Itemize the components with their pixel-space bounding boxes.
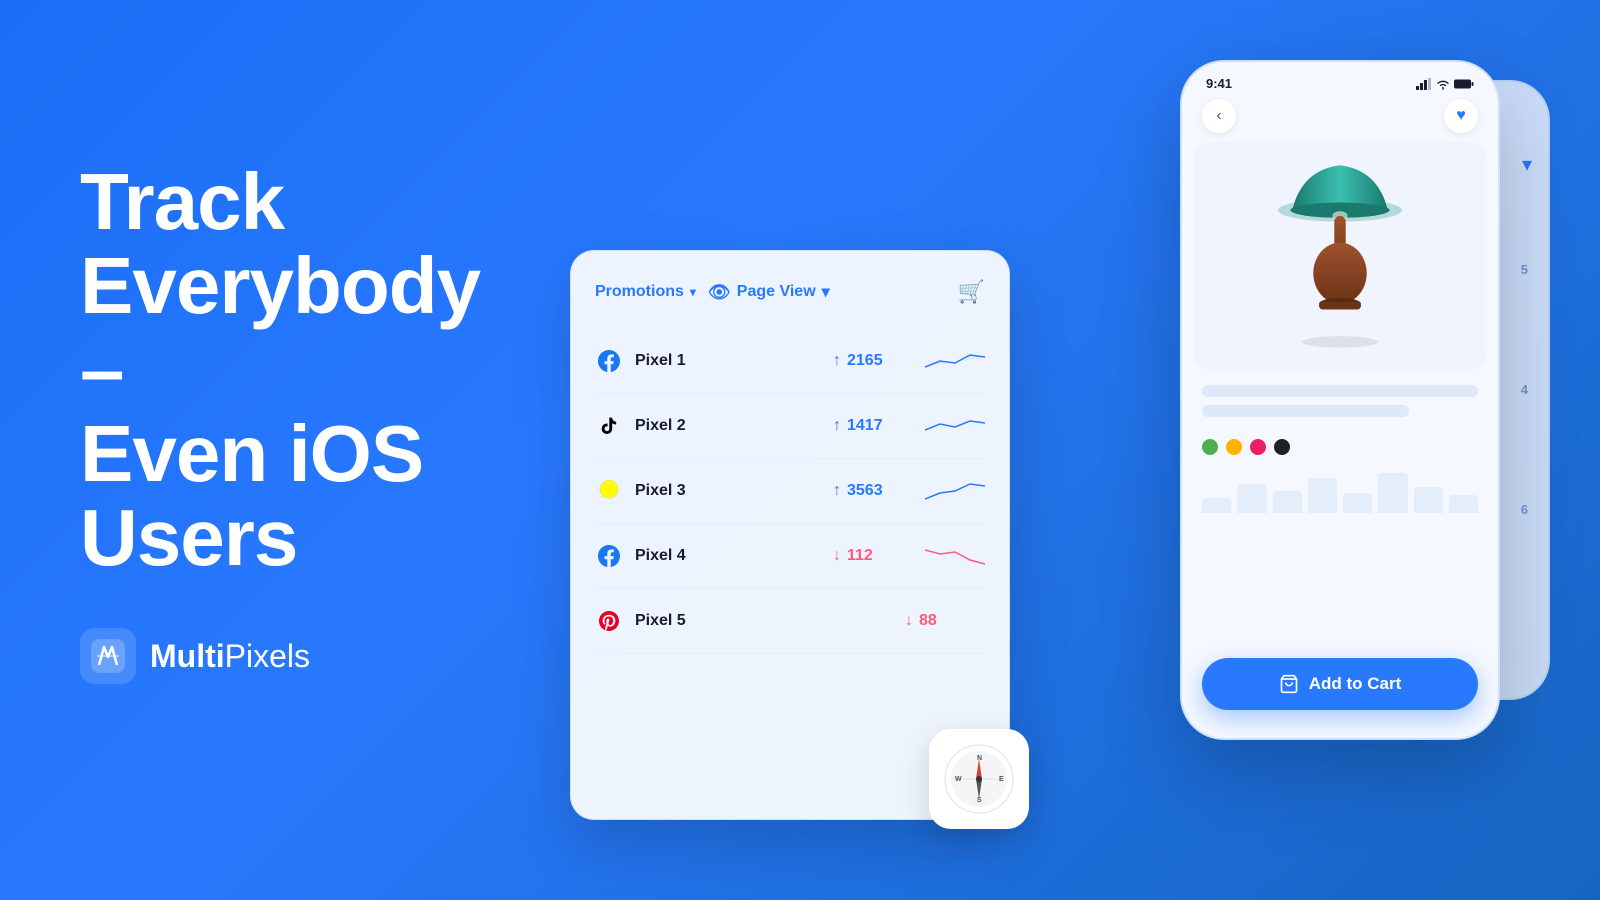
- pixel-4-chart: [925, 542, 985, 570]
- pixel-row-4: Pixel 4 ↓ 112: [595, 524, 985, 589]
- promotions-chevron: ▾: [690, 285, 696, 299]
- phone-inner: 9:41: [1182, 62, 1498, 738]
- bar-4: [1308, 478, 1337, 513]
- status-icons: [1416, 78, 1474, 90]
- add-to-cart-label: Add to Cart: [1309, 674, 1402, 694]
- page-view-label: Page View: [737, 283, 816, 301]
- svg-text:S: S: [977, 797, 982, 804]
- eye-icon: 👁: [708, 282, 731, 303]
- bar-chart: [1182, 461, 1498, 521]
- tiktok-icon-2: [595, 412, 623, 440]
- bg-phone-number-2: 4: [1521, 382, 1528, 397]
- pixel-1-chart: [925, 347, 985, 375]
- headline-section: Track Everybody – Even iOS Users MultiPi…: [80, 160, 520, 684]
- bar-5: [1343, 493, 1372, 513]
- wifi-icon: [1436, 78, 1450, 90]
- wishlist-button[interactable]: ♥: [1444, 99, 1478, 133]
- color-yellow[interactable]: [1226, 439, 1242, 455]
- bg-phone-number-3: 6: [1521, 502, 1528, 517]
- analytics-panel: Promotions ▾ 👁 Page View ▾ 🛒 Pixel 1 ↑ 2…: [570, 250, 1010, 820]
- up-arrow-3: ↑: [833, 482, 841, 500]
- pixel-5-stat: ↓ 88: [905, 612, 985, 630]
- pixel-1-name: Pixel 1: [635, 352, 821, 370]
- pixel-3-chart: [925, 477, 985, 505]
- pixel-row-5: Pixel 5 ↓ 88: [595, 589, 985, 654]
- down-arrow-4: ↓: [833, 547, 841, 565]
- signal-icon: [1416, 78, 1432, 90]
- pixel-4-name: Pixel 4: [635, 547, 821, 565]
- down-arrow-5: ↓: [905, 612, 913, 630]
- product-subtitle-skeleton: [1202, 405, 1409, 417]
- phone-time: 9:41: [1206, 76, 1232, 91]
- facebook-icon-1: [595, 347, 623, 375]
- brand-name: MultiPixels: [150, 638, 310, 675]
- product-info: [1182, 371, 1498, 433]
- bg-phone-number-1: 5: [1521, 262, 1528, 277]
- color-black[interactable]: [1274, 439, 1290, 455]
- bar-1: [1202, 498, 1231, 513]
- pixel-5-value: 88: [919, 612, 937, 630]
- promotions-filter[interactable]: Promotions ▾: [595, 283, 696, 301]
- back-button[interactable]: ‹: [1202, 99, 1236, 133]
- pixel-3-stat: ↑ 3563: [833, 482, 913, 500]
- panel-header: Promotions ▾ 👁 Page View ▾ 🛒: [595, 279, 985, 305]
- pixel-row-1: Pixel 1 ↑ 2165: [595, 329, 985, 394]
- main-phone: 9:41: [1180, 60, 1500, 740]
- compass-badge: N S E W: [929, 729, 1029, 829]
- bg-phone-dropdown-icon: ▾: [1522, 152, 1532, 177]
- color-swatches: [1182, 433, 1498, 461]
- pixel-1-stat: ↑ 2165: [833, 352, 913, 370]
- up-arrow-2: ↑: [833, 417, 841, 435]
- pixel-1-value: 2165: [847, 352, 883, 370]
- bar-3: [1273, 491, 1302, 513]
- snapchat-icon-3: [595, 477, 623, 505]
- add-to-cart-button[interactable]: Add to Cart: [1202, 658, 1478, 710]
- page-view-filter[interactable]: 👁 Page View ▾: [708, 282, 830, 303]
- cart-icon-btn: [1279, 674, 1299, 694]
- brand-icon: [80, 628, 136, 684]
- color-green[interactable]: [1202, 439, 1218, 455]
- svg-text:E: E: [999, 776, 1004, 783]
- brand-logo: MultiPixels: [80, 628, 520, 684]
- cart-icon[interactable]: 🛒: [958, 279, 985, 305]
- pixel-row-3: Pixel 3 ↑ 3563: [595, 459, 985, 524]
- phone-status-bar: 9:41: [1182, 62, 1498, 91]
- pixel-4-value: 112: [847, 547, 873, 565]
- phone-nav: ‹ ♥: [1182, 91, 1498, 141]
- color-red[interactable]: [1250, 439, 1266, 455]
- page-view-chevron: ▾: [822, 282, 830, 302]
- battery-icon: [1454, 78, 1474, 90]
- promotions-label: Promotions: [595, 283, 684, 301]
- pixel-5-name: Pixel 5: [635, 612, 893, 630]
- bar-8: [1449, 495, 1478, 513]
- product-title-skeleton: [1202, 385, 1478, 397]
- pixel-2-name: Pixel 2: [635, 417, 821, 435]
- pixel-3-name: Pixel 3: [635, 482, 821, 500]
- pixel-2-value: 1417: [847, 417, 883, 435]
- pinterest-icon-5: [595, 607, 623, 635]
- pixel-row-2: Pixel 2 ↑ 1417: [595, 394, 985, 459]
- svg-text:W: W: [955, 776, 962, 783]
- pixel-2-stat: ↑ 1417: [833, 417, 913, 435]
- up-arrow-1: ↑: [833, 352, 841, 370]
- pixel-4-stat: ↓ 112: [833, 547, 913, 565]
- facebook-icon-4: [595, 542, 623, 570]
- product-image-area: [1194, 141, 1486, 371]
- svg-text:N: N: [977, 755, 982, 762]
- bar-7: [1414, 487, 1443, 513]
- headline-text: Track Everybody – Even iOS Users: [80, 160, 520, 580]
- lamp-illustration: [1260, 151, 1420, 361]
- pixel-2-chart: [925, 412, 985, 440]
- bar-6: [1378, 473, 1407, 513]
- pixel-3-value: 3563: [847, 482, 883, 500]
- bar-2: [1237, 484, 1266, 513]
